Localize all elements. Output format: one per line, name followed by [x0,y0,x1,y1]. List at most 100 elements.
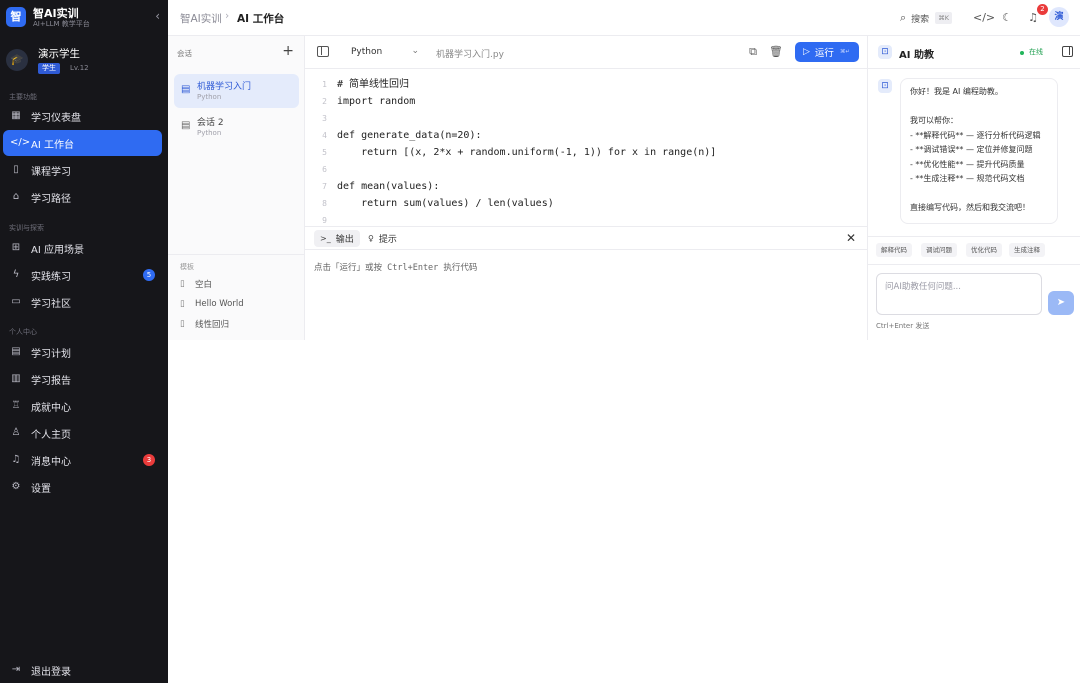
sidebar-item-label: 学习社区 [31,298,71,310]
logout-button[interactable]: ⇥ 退出登录 [3,659,162,681]
sidebar-item-learning-path[interactable]: ⌂ 学习路径 [3,184,162,210]
message-line: - **生成注释** — 规范代码文档 [910,174,1025,183]
logout-icon: ⇥ [11,664,21,675]
sidebar-item-label: 学习计划 [31,348,71,360]
assistant-header: ⊡ AI 助教 在线 [868,36,1080,69]
send-button[interactable]: ➤ [1048,291,1074,315]
sidebar-item-label: 学习报告 [31,375,71,387]
message-line: - **优化性能** — 提升代码质量 [910,159,1025,169]
lightbulb-icon: ♀ [368,234,374,243]
search-button[interactable]: ⌕ 搜索 ⌘K [900,9,952,27]
tab-output-label: 输出 [335,235,354,245]
sidebar-item-label: 个人主页 [31,429,71,441]
template-label: 空白 [195,280,213,290]
sidebar-item-courses[interactable]: ▯ 课程学习 [3,157,162,183]
session-item[interactable]: ▤ 会话 2 Python [174,110,299,144]
run-label: 运行 [814,48,834,59]
sidebar-item-plan[interactable]: ▤ 学习计划 [3,339,162,365]
bolt-icon: ϟ [12,269,20,280]
breadcrumb-home[interactable]: 智AI实训 [180,11,222,26]
user-card[interactable]: 🎓 演示学生 学生 Lv.12 [6,46,162,76]
sidebar-item-community[interactable]: ▭ 学习社区 [3,289,162,315]
filename: 机器学习入门.py [436,50,504,60]
language-select[interactable]: Python ⌄ [345,45,419,61]
run-button[interactable]: ▷ 运行 ⌘↵ [795,42,859,62]
tab-hints[interactable]: ♀ 提示 [362,230,403,247]
code-line: 7 def mean(values): [305,178,868,195]
robot-icon: ⊡ [878,79,892,93]
search-shortcut: ⌘K [935,12,952,24]
toggle-sessions-panel-icon[interactable] [317,46,329,57]
user-icon: ♙ [11,427,21,438]
add-session-button[interactable]: + [282,43,294,59]
code-line: 2 import random [305,93,868,110]
code-line-text: def mean(values): [337,181,440,192]
sidebar-item-profile[interactable]: ♙ 个人主页 [3,420,162,446]
sidebar-item-settings[interactable]: ⚙ 设置 [3,474,162,500]
code-line-text: return [(x, 2*x + random.uniform(-1, 1))… [337,147,717,158]
file-icon: ▤ [181,84,191,95]
chip-icon: ⊞ [11,242,21,253]
sidebar-item-dashboard[interactable]: ▦ 学习仪表盘 [3,103,162,129]
chat-input[interactable] [876,273,1042,315]
user-avatar: 🎓 [6,49,28,71]
quick-action-explain[interactable]: 解释代码 [876,243,912,257]
sidebar-item-achievements[interactable]: ♖ 成就中心 [3,393,162,419]
code-view-icon[interactable]: </> [973,9,995,27]
trash-icon[interactable]: 🗑 [769,45,783,59]
copy-icon[interactable]: ⧉ [746,45,760,59]
search-label: 搜索 [911,14,930,25]
page-title: AI 工作台 [237,13,285,25]
bell-icon: ♫ [11,454,21,465]
close-icon[interactable]: ✕ [846,231,856,245]
theme-toggle-icon[interactable]: ☾ [998,9,1016,27]
template-label: Hello World [195,299,244,309]
code-line: 6 [322,165,327,174]
toggle-assistant-panel-icon[interactable] [1062,46,1073,57]
sidebar-item-label: 学习路径 [31,193,71,205]
sidebar-item-label: 设置 [31,483,51,495]
sidebar-item-report[interactable]: ▥ 学习报告 [3,366,162,392]
session-language: Python [197,129,222,137]
trophy-icon: ♖ [11,400,21,411]
quick-action-debug[interactable]: 调试问题 [921,243,957,257]
send-icon: ➤ [1056,297,1066,308]
avatar[interactable]: 演 [1049,7,1069,27]
path-icon: ⌂ [12,191,20,202]
gear-icon: ⚙ [11,481,21,492]
collapse-sidebar-icon[interactable]: ‹ [155,9,160,23]
sessions-title: 会话 [177,49,192,58]
sidebar-item-label: 课程学习 [31,166,71,178]
tab-output[interactable]: >_ 输出 [314,230,360,247]
session-item[interactable]: ▤ 机器学习入门 Python [174,74,299,108]
divider [168,254,305,255]
sidebar-item-label: 实践练习 [31,271,71,283]
code-area[interactable]: 1 # 简单线性回归 2 import random 3 4 def generate… [305,76,868,224]
notification-badge: 2 [1037,4,1048,15]
robot-icon: ⊡ [878,45,892,59]
code-icon: </> [10,137,31,148]
book-icon: ▯ [180,279,185,289]
template-item-linear-regression[interactable]: ▯ 线性回归 [180,317,229,331]
template-item-blank[interactable]: ▯ 空白 [180,277,212,291]
message-line [910,187,1048,202]
code-line: 5 return [(x, 2*x + random.uniform(-1, 1… [305,144,868,161]
quick-action-optimize[interactable]: 优化代码 [966,243,1002,257]
sidebar-item-practice[interactable]: ϟ 实践练习 5 [3,262,162,288]
template-item-hello-world[interactable]: ▯ Hello World [180,297,244,311]
online-dot-icon [1020,51,1024,55]
sidebar: 智 智AI实训 AI+LLM 教学平台 ‹ 🎓 演示学生 学生 Lv.12 主要… [0,0,168,683]
sidebar-item-ai-scenarios[interactable]: ⊞ AI 应用场景 [3,235,162,261]
book-icon: ▯ [13,164,19,175]
message-line: 我可以帮你： [910,116,958,125]
breadcrumb-separator-icon: › [225,10,230,22]
sidebar-item-ai-workbench[interactable]: </> AI 工作台 [3,130,162,156]
brand[interactable]: 智 智AI实训 AI+LLM 教学平台 ‹ [6,7,162,29]
quick-action-comment[interactable]: 生成注释 [1009,243,1045,257]
ai-assistant-panel: ⊡ AI 助教 在线 ⊡ 你好！我是 AI 编程助教。 我可以帮你： - **解… [868,36,1080,340]
run-shortcut: ⌘↵ [839,49,851,55]
sidebar-item-messages[interactable]: ♫ 消息中心 3 [3,447,162,473]
session-language: Python [197,93,222,101]
section-title-practice: 实训与探索 [9,224,44,232]
message-line: - **调试错误** — 定位并修复问题 [910,145,1033,154]
